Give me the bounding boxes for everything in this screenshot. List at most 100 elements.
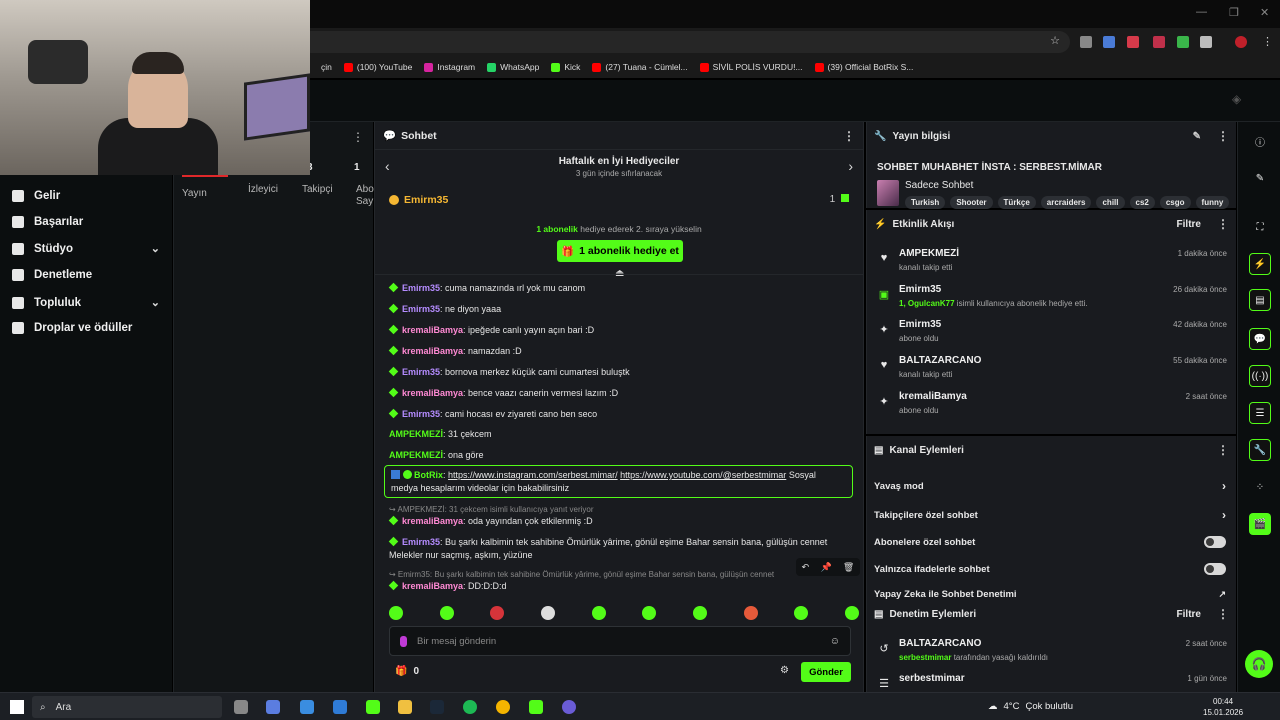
outlook-icon[interactable]: [333, 700, 347, 714]
chat-settings-icon[interactable]: ⚙: [780, 665, 789, 676]
chat-username[interactable]: Emirm35: [402, 367, 440, 377]
extension-icon[interactable]: [1103, 36, 1115, 48]
gift-sub-button[interactable]: 🎁 1 abonelik hediye et: [557, 240, 683, 262]
panel-menu-icon[interactable]: ⋮: [1217, 217, 1229, 231]
broadcast-icon[interactable]: ((·)): [1249, 365, 1271, 387]
chat-username[interactable]: kremaliBamya: [402, 346, 463, 356]
stream-tag[interactable]: cs2: [1129, 196, 1155, 209]
channel-action-row[interactable]: Yapay Zeka ile Sohbet Denetimi ↗: [874, 589, 1226, 599]
channel-action-row[interactable]: Yalnızca ifadelerle sohbet: [874, 563, 1226, 575]
taskbar-clock[interactable]: 00:44 15.01.2026: [1203, 696, 1243, 718]
pin-icon[interactable]: 📌: [820, 562, 831, 573]
sidebar-item[interactable]: Stüdyo ⌄: [12, 242, 160, 255]
channel-action-row[interactable]: Yavaş mod ›: [874, 479, 1226, 493]
chat-username[interactable]: kremaliBamya: [402, 388, 463, 398]
tab-abone[interactable]: Abo Sayı: [356, 184, 374, 208]
category-thumbnail[interactable]: [877, 180, 899, 206]
restore-button[interactable]: ❐: [1229, 6, 1239, 19]
activity-username[interactable]: AMPEKMEZİ: [899, 248, 959, 259]
minimize-button[interactable]: —: [1196, 6, 1207, 18]
bolt-icon[interactable]: ⚡: [1249, 253, 1271, 275]
spotify-icon[interactable]: [463, 700, 477, 714]
chat-username[interactable]: Emirm35: [402, 283, 440, 293]
emote-icon[interactable]: [540, 606, 555, 620]
bookmark-item[interactable]: (100) YouTube: [343, 62, 412, 72]
channel-points[interactable]: 🎁 0: [395, 666, 419, 677]
toggle-switch[interactable]: [1204, 563, 1226, 575]
chat-username[interactable]: kremaliBamya: [402, 325, 463, 335]
external-link-icon[interactable]: ↗: [1218, 589, 1226, 599]
info-icon[interactable]: ⓘ: [1249, 130, 1271, 152]
mic-icon[interactable]: [400, 635, 407, 647]
panel-menu-icon[interactable]: ⋮: [1217, 443, 1229, 457]
emote-icon[interactable]: [794, 606, 809, 620]
bookmark-item[interactable]: SİVİL POLİS VURDU!...: [699, 62, 803, 72]
clapper-icon[interactable]: 🎬: [1249, 513, 1271, 535]
browser-menu-icon[interactable]: ⋮: [1262, 35, 1273, 48]
discord-icon[interactable]: [562, 700, 576, 714]
kick-studio-icon[interactable]: [529, 700, 543, 714]
chat-username[interactable]: Emirm35: [402, 304, 440, 314]
bookmark-item[interactable]: Instagram: [424, 62, 475, 72]
emote-icon[interactable]: [591, 606, 606, 620]
sidebar-item[interactable]: Topluluk ⌄: [12, 296, 160, 309]
close-button[interactable]: ✕: [1260, 6, 1269, 19]
stream-tag[interactable]: funny: [1195, 196, 1230, 209]
emoji-icon[interactable]: ☺: [830, 636, 840, 647]
kick-app-icon[interactable]: [366, 700, 380, 714]
send-button[interactable]: Gönder: [801, 662, 851, 682]
stream-tag[interactable]: csgo: [1159, 196, 1191, 209]
edit-icon[interactable]: ✎: [1193, 131, 1201, 142]
dots-icon[interactable]: ⁘: [1249, 476, 1271, 498]
emote-icon[interactable]: [439, 606, 454, 620]
extension-icon[interactable]: [1153, 36, 1165, 48]
document-icon[interactable]: ▤: [1249, 289, 1271, 311]
edit-icon[interactable]: ✎: [1249, 167, 1271, 189]
copilot-icon[interactable]: [266, 700, 280, 714]
windows-start-icon[interactable]: [10, 700, 24, 714]
weather-widget[interactable]: ☁ 4°C Çok bulutlu: [988, 701, 1073, 712]
channel-action-row[interactable]: Abonelere özel sohbet: [874, 536, 1226, 548]
panel-menu-icon[interactable]: ⋮: [352, 130, 364, 144]
bookmark-item[interactable]: (39) Official BotRix S...: [814, 62, 913, 72]
bookmark-item[interactable]: WhatsApp: [487, 62, 539, 72]
activity-username[interactable]: BALTAZARCANO: [899, 355, 981, 366]
chat-menu-icon[interactable]: ⋮: [843, 129, 855, 143]
chat-username[interactable]: AMPEKMEZİ: [389, 450, 443, 460]
bookmark-item[interactable]: çin: [308, 62, 332, 72]
profile-avatar[interactable]: [1235, 36, 1247, 48]
stream-tag[interactable]: arcraiders: [1040, 196, 1092, 209]
stream-tag[interactable]: Shooter: [950, 196, 993, 209]
stream-category[interactable]: Sadece Sohbet: [905, 180, 973, 191]
wrench-icon[interactable]: 🔧: [1249, 439, 1271, 461]
sidebar-item[interactable]: Başarılar: [12, 216, 160, 228]
emote-icon[interactable]: [490, 606, 505, 620]
shield-icon[interactable]: [1177, 36, 1189, 48]
filter-button[interactable]: Filtre: [1177, 609, 1201, 620]
url-input[interactable]: ☆: [300, 31, 1070, 53]
emote-icon[interactable]: [692, 606, 707, 620]
toggle-switch[interactable]: [1204, 536, 1226, 548]
bookmark-star-icon[interactable]: ☆: [1050, 34, 1060, 47]
chat-username[interactable]: AMPEKMEZİ: [389, 429, 443, 439]
taskbar-search[interactable]: ⌕ Ara: [32, 696, 222, 718]
emote-icon[interactable]: [743, 606, 758, 620]
extension-icon[interactable]: [1080, 36, 1092, 48]
store-icon[interactable]: [300, 700, 314, 714]
instagram-link[interactable]: https://www.instagram.com/serbest.mimar/: [448, 470, 618, 480]
filter-button[interactable]: Filtre: [1177, 219, 1201, 230]
emote-icon[interactable]: [642, 606, 657, 620]
panel-menu-icon[interactable]: ⋮: [1217, 607, 1229, 621]
steam-icon[interactable]: [430, 700, 444, 714]
list-icon[interactable]: ☰: [1249, 402, 1271, 424]
tab-takipci[interactable]: Takipçi: [302, 184, 333, 195]
fullscreen-icon[interactable]: ⛶: [1249, 216, 1271, 238]
panel-menu-icon[interactable]: ⋮: [1217, 129, 1229, 143]
top-gifter[interactable]: Emirm35: [389, 194, 448, 206]
task-view-icon[interactable]: [234, 700, 248, 714]
activity-username[interactable]: Emirm35: [899, 284, 941, 295]
puzzle-icon[interactable]: [1200, 36, 1212, 48]
sidebar-item[interactable]: Droplar ve ödüller: [12, 322, 160, 334]
stream-tag[interactable]: chill: [1096, 196, 1125, 209]
stream-tag[interactable]: Turkish: [905, 196, 946, 209]
